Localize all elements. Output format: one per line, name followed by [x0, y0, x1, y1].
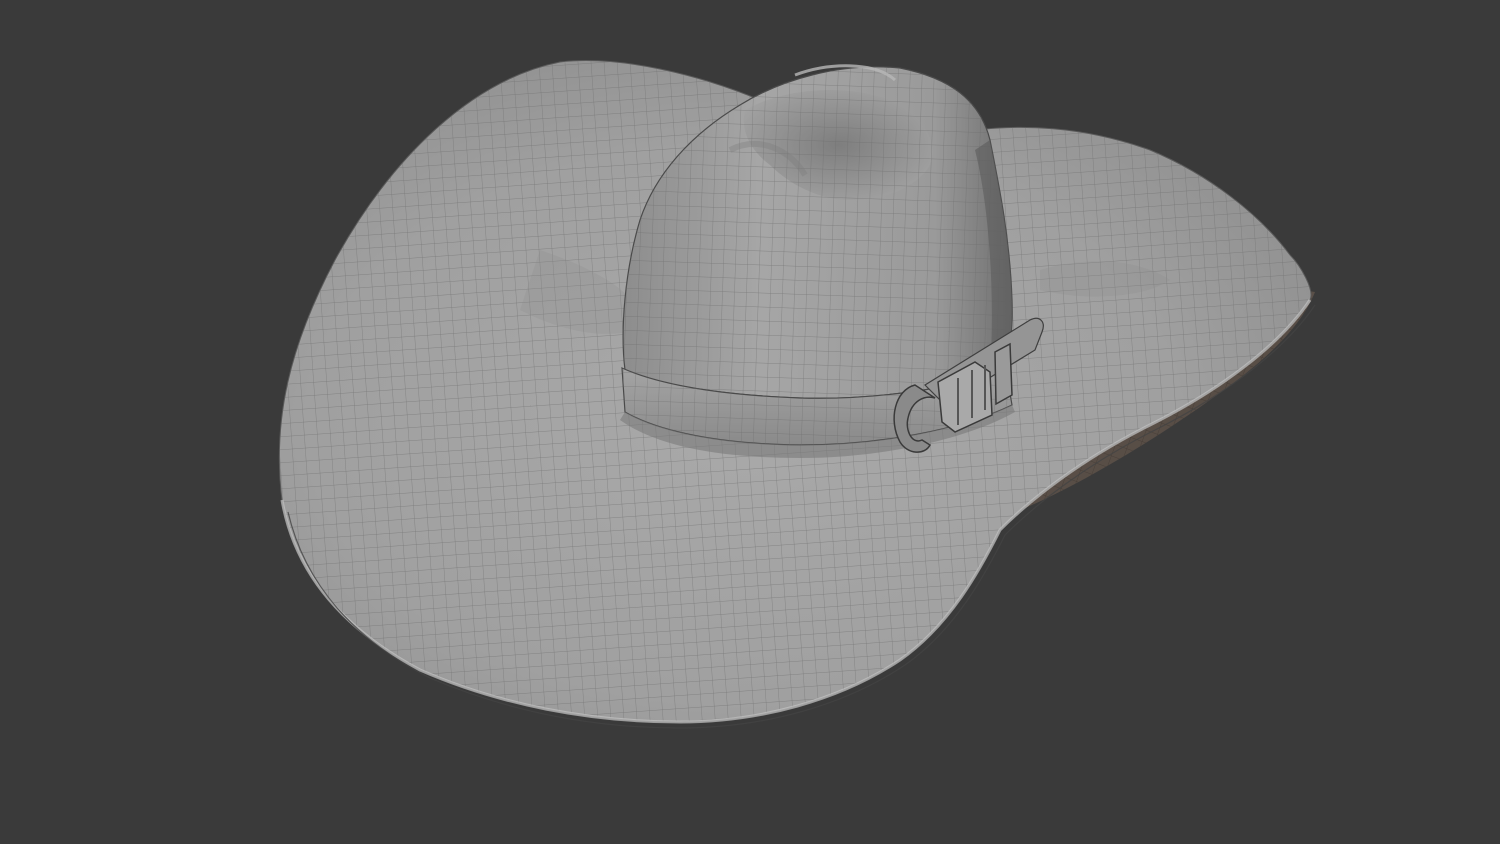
3d-viewport[interactable]	[0, 0, 1500, 844]
hat-render	[278, 60, 1316, 729]
